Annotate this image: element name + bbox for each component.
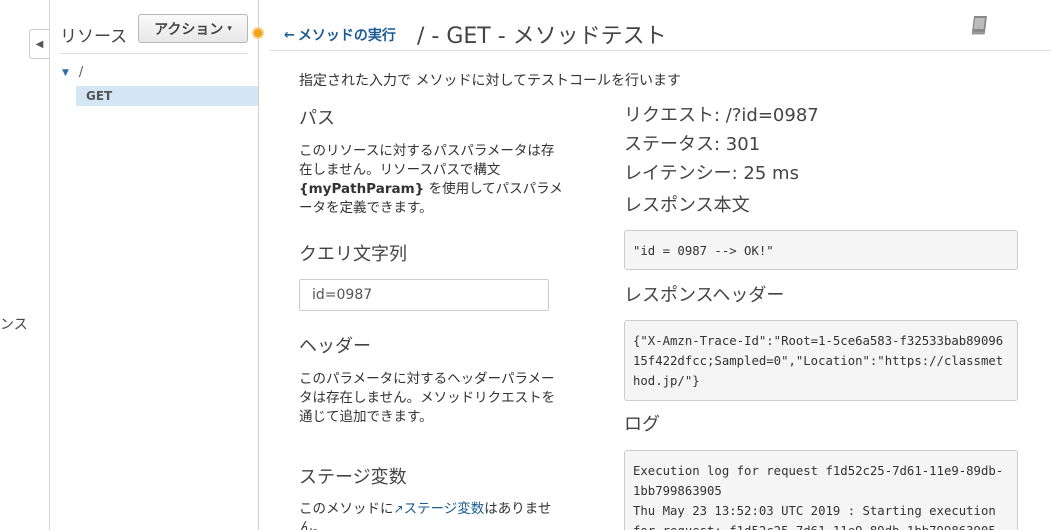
stage-text-before: このメソッドに (299, 501, 394, 517)
log-line: Thu May 23 13:52:03 UTC 2019 : Starting … (633, 504, 996, 530)
headers-description: このパラメータに対するヘッダーパラメータは存在しません。メソッドリクエストを通じ… (299, 371, 556, 425)
external-link-icon: ↗ (393, 502, 404, 516)
left-nav-strip: ンス ◀ (0, 0, 50, 530)
latency-line: レイテンシー: 25 ms (624, 163, 799, 184)
stage-link-label: ステージ変数 (403, 501, 485, 517)
tree-root-label: / (78, 65, 84, 80)
tree-method-label: GET (86, 89, 113, 103)
log-heading: ログ (624, 414, 660, 435)
stage-variables-heading: ステージ変数 (299, 467, 407, 488)
path-description: このリソースに対するパスパラメータは存在しません。リソースパスで構文 {myPa… (299, 142, 564, 218)
response-body-heading: レスポンス本文 (624, 195, 750, 216)
path-param-syntax: {myPathParam} (299, 181, 425, 197)
response-headers-box: {"X-Amzn-Trace-Id":"Root=1-5ce6a583-f325… (624, 320, 1018, 401)
log-line: Execution log for request f1d52c25-7d61-… (633, 464, 1004, 498)
intro-text: 指定された入力で メソッドに対してテストコールを行います (299, 73, 682, 89)
query-string-input[interactable] (299, 279, 549, 311)
tree-item-get-method[interactable]: GET (76, 86, 258, 106)
arrow-left-icon: ← (284, 27, 295, 43)
actions-label: アクション (154, 21, 224, 38)
main-content: 指定された入力で メソッドに対してテストコールを行います パス このリソースに対… (299, 0, 1051, 530)
chevron-left-icon: ◀ (35, 38, 44, 50)
tree-item-root[interactable]: ▼ / (62, 65, 83, 80)
panel-divider (258, 0, 259, 530)
expand-triangle-icon[interactable]: ▼ (62, 68, 69, 78)
path-text-before: このリソースに対するパスパラメータは存在しません。リソースパスで構文 (299, 143, 555, 178)
resource-panel: リソース アクション ▾ ▼ / GET (50, 0, 258, 530)
log-box[interactable]: Execution log for request f1d52c25-7d61-… (624, 450, 1018, 530)
collapse-panel-button[interactable]: ◀ (29, 29, 49, 59)
response-headers-heading: レスポンスヘッダー (624, 285, 785, 306)
resize-handle[interactable] (252, 27, 264, 39)
stage-variables-link[interactable]: ↗ステージ変数 (394, 501, 485, 517)
resource-divider (60, 53, 248, 54)
nav-cut-label: ンス (0, 317, 28, 333)
request-line: リクエスト: /?id=0987 (624, 105, 819, 126)
headers-heading: ヘッダー (299, 336, 371, 357)
status-line: ステータス: 301 (624, 134, 761, 155)
query-heading: クエリ文字列 (299, 244, 407, 265)
resources-title: リソース (60, 27, 128, 47)
stage-variables-description: このメソッドに↗ステージ変数はありません。 (299, 500, 564, 530)
response-body-box: "id = 0987 --> OK!" (624, 230, 1018, 270)
caret-down-icon: ▾ (227, 23, 232, 34)
actions-dropdown-button[interactable]: アクション ▾ (138, 14, 248, 43)
path-heading: パス (299, 108, 335, 129)
